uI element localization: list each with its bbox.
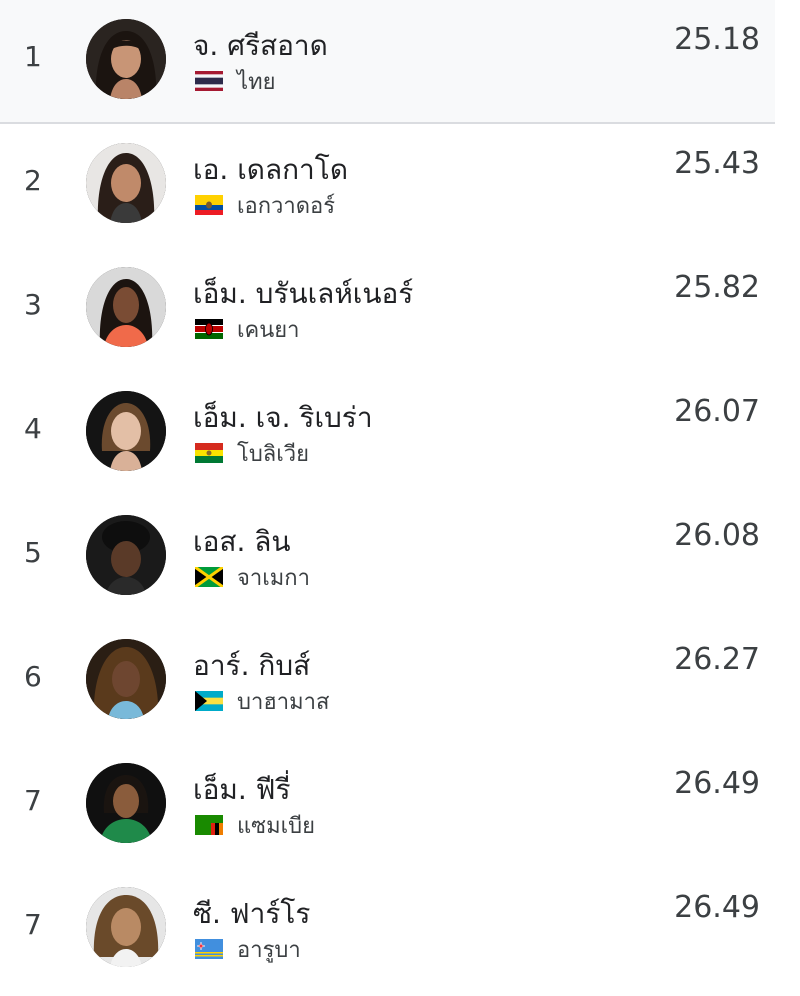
bahamas-flag-icon [195,691,223,711]
athlete-name: เอ็ม. ฟีรี่ [193,773,291,806]
result-row[interactable]: 5 เอส. ลิน จาเมกา 26.08 [0,496,775,620]
country: แซมเบีย [195,810,315,840]
rank: 1 [24,40,42,73]
athlete-avatar [86,887,166,967]
rank: 3 [24,288,42,321]
athlete-avatar [86,639,166,719]
kenya-flag-icon [195,319,223,339]
rank: 2 [24,164,42,197]
athlete-avatar [86,763,166,843]
result-row[interactable]: 7 เอ็ม. ฟีรี่ แซมเบีย 26.49 [0,744,775,868]
country: เอกวาดอร์ [195,190,335,220]
result-row[interactable]: 4 เอ็ม. เจ. ริเบร่า โบลิเวีย 26.07 [0,372,775,496]
country: เคนยา [195,314,300,344]
result-row[interactable]: 7 ซี. ฟาร์โร อารูบา 26.49 [0,868,775,992]
athlete-name: เอ็ม. เจ. ริเบร่า [193,401,373,434]
results-list: 1 จ. ศรีสอาด ไทย 25.18 2 เอ. เดลกาโด เอก… [0,0,775,992]
aruba-flag-icon [195,939,223,959]
rank: 5 [24,536,42,569]
ecuador-flag-icon [195,195,223,215]
athlete-name: จ. ศรีสอาด [193,29,328,62]
athlete-name: ซี. ฟาร์โร [193,897,311,930]
rank: 6 [24,660,42,693]
athlete-avatar [86,515,166,595]
result-time: 26.49 [674,890,760,925]
zambia-flag-icon [195,815,223,835]
athlete-name: เอส. ลิน [193,525,291,558]
country: บาฮามาส [195,686,329,716]
athlete-name: เอ. เดลกาโด [193,153,348,186]
result-time: 25.18 [674,22,760,57]
athlete-avatar [86,143,166,223]
result-row[interactable]: 6 อาร์. กิบส์ บาฮามาส 26.27 [0,620,775,744]
result-time: 25.82 [674,270,760,305]
result-time: 26.08 [674,518,760,553]
athlete-name: เอ็ม. บรันเลห์เนอร์ [193,277,414,310]
result-time: 26.07 [674,394,760,429]
thailand-flag-icon [195,71,223,91]
country-name: บาฮามาส [237,689,330,715]
rank: 7 [24,784,42,817]
result-time: 25.43 [674,146,760,181]
result-row[interactable]: 3 เอ็ม. บรันเลห์เนอร์ เคนยา 25.82 [0,248,775,372]
country: อารูบา [195,934,301,964]
bolivia-flag-icon [195,443,223,463]
rank: 7 [24,908,42,941]
country: โบลิเวีย [195,438,309,468]
result-time: 26.27 [674,642,760,677]
rank: 4 [24,412,42,445]
country: ไทย [195,66,275,96]
athlete-avatar [86,19,166,99]
country-name: แซมเบีย [237,813,315,839]
athlete-avatar [86,391,166,471]
jamaica-flag-icon [195,567,223,587]
country: จาเมกา [195,562,310,592]
result-row[interactable]: 2 เอ. เดลกาโด เอกวาดอร์ 25.43 [0,124,775,248]
result-row[interactable]: 1 จ. ศรีสอาด ไทย 25.18 [0,0,775,124]
athlete-avatar [86,267,166,347]
country-name: เคนยา [237,317,300,343]
country-name: จาเมกา [237,565,310,591]
result-time: 26.49 [674,766,760,801]
country-name: ไทย [237,69,276,95]
country-name: อารูบา [237,937,301,963]
country-name: โบลิเวีย [237,441,310,467]
athlete-name: อาร์. กิบส์ [193,649,311,682]
country-name: เอกวาดอร์ [237,193,336,219]
